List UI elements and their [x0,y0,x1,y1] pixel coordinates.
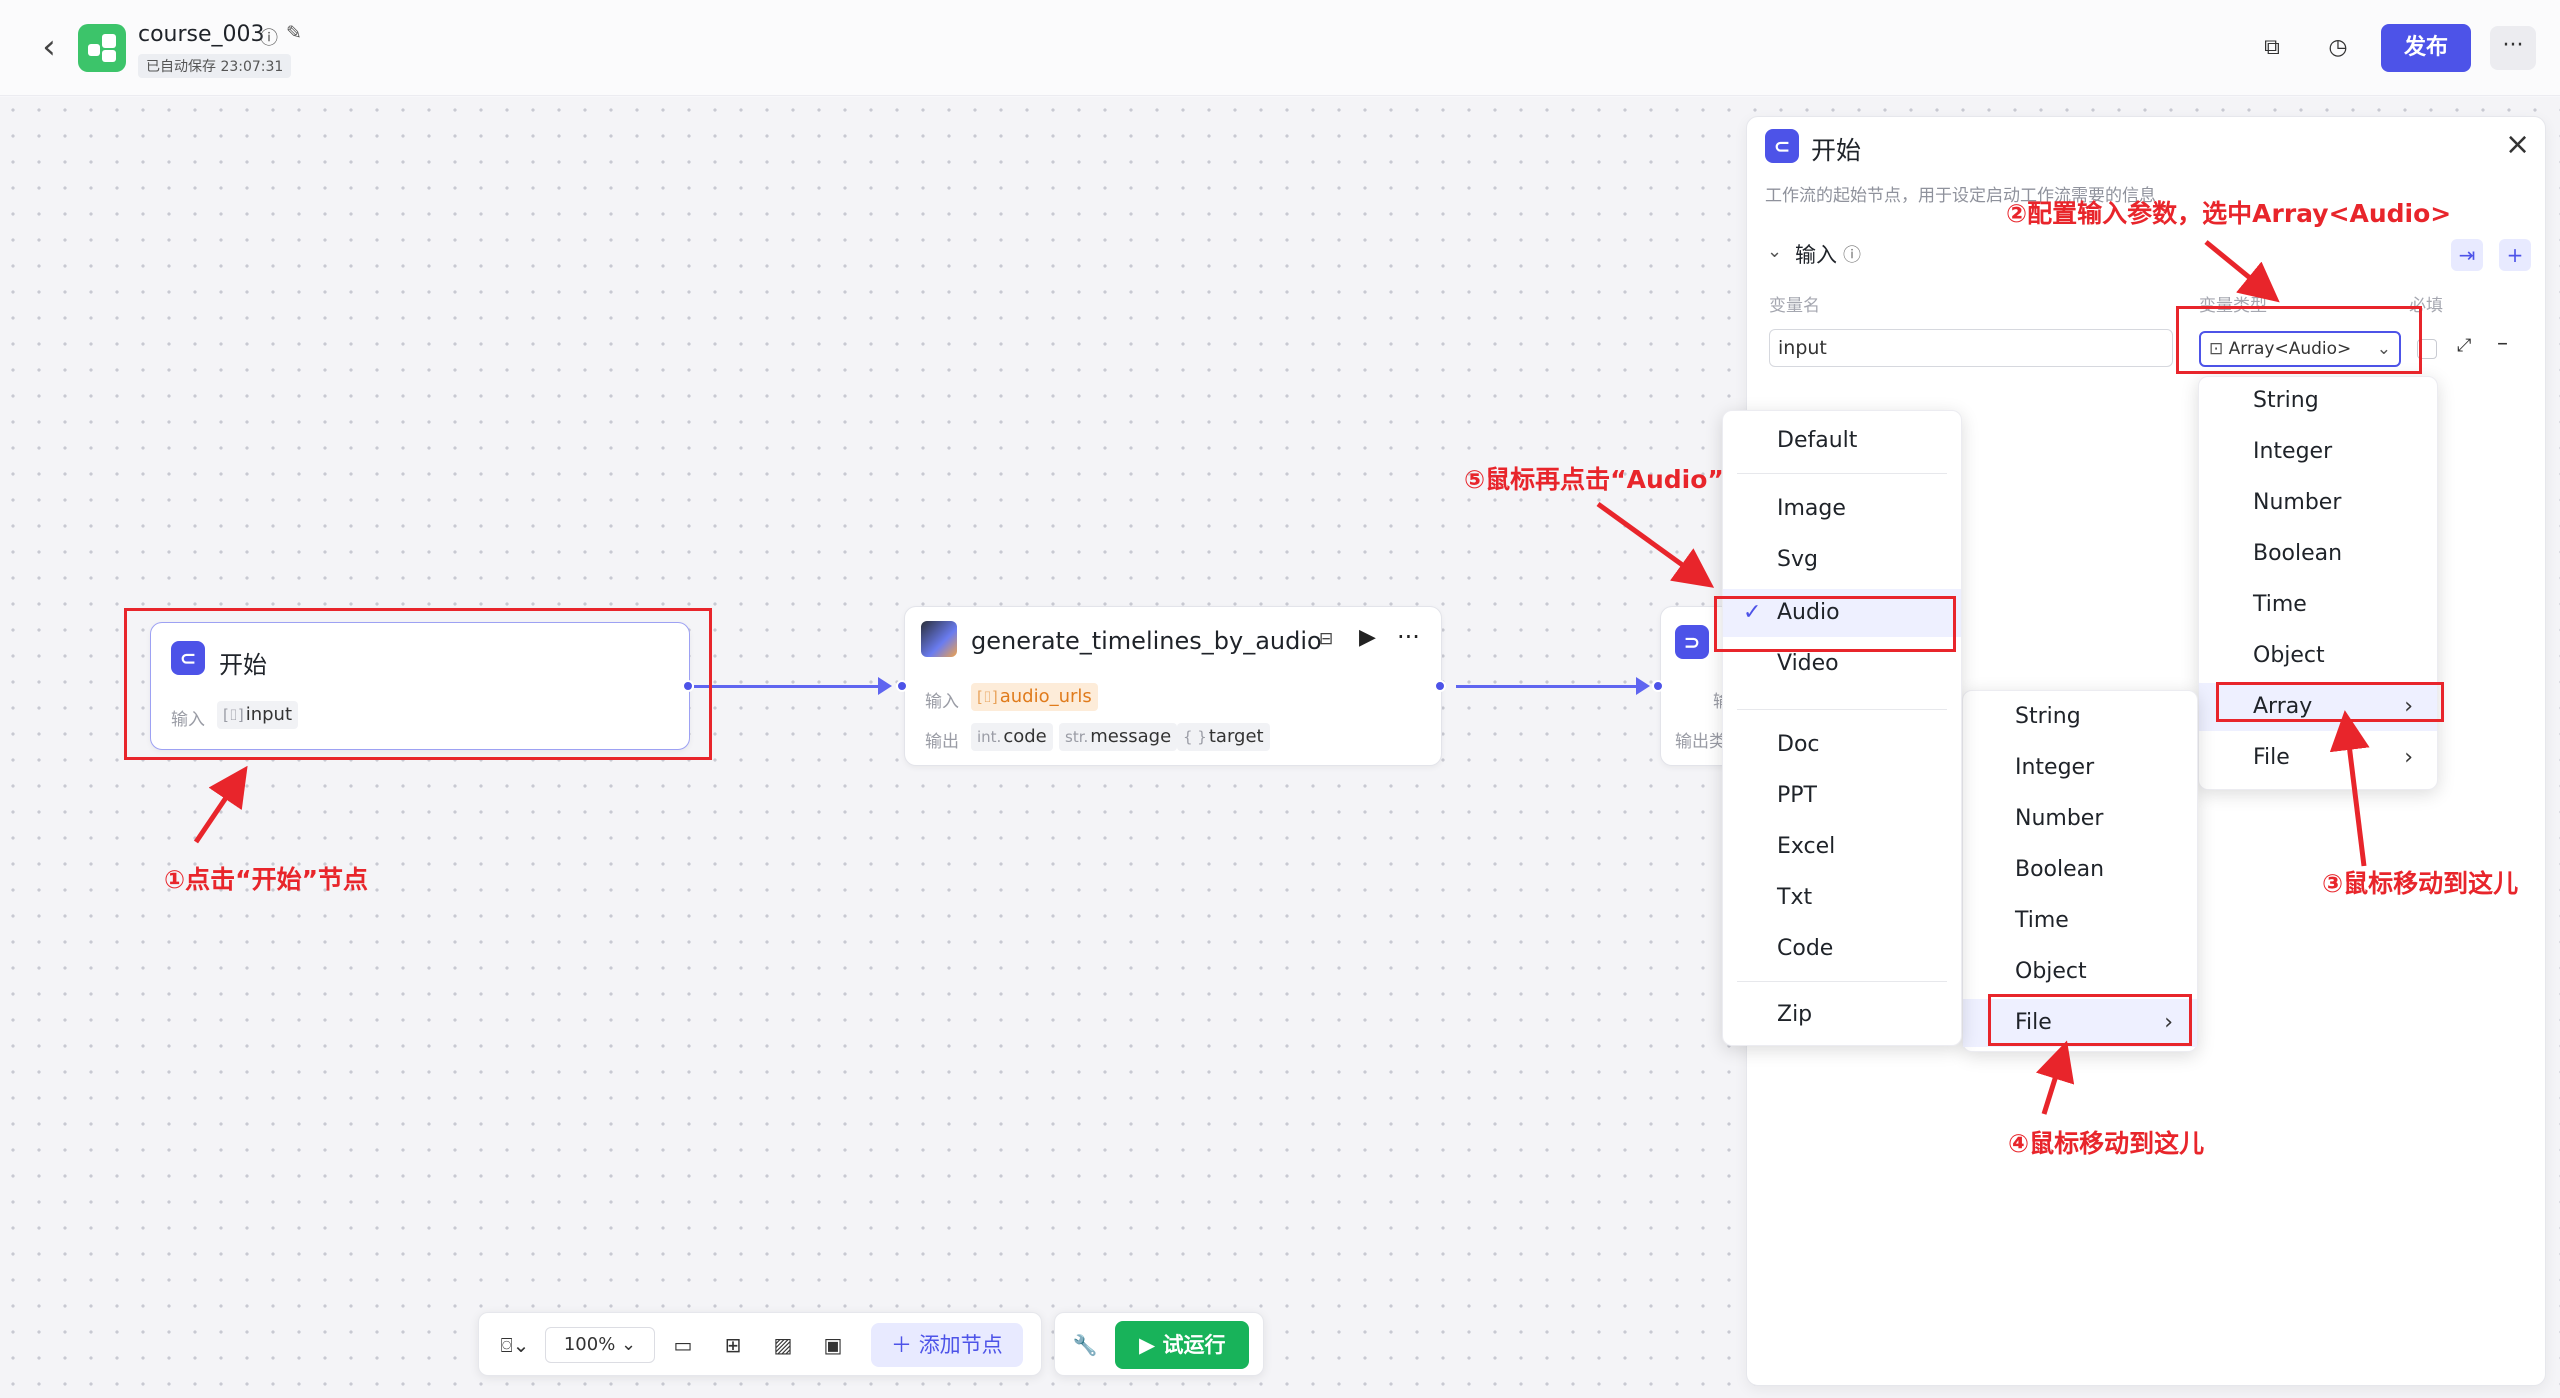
annotation-step-5: ⑤鼠标再点击“Audio” [1464,465,1724,494]
fit-view-icon[interactable]: ▣ [813,1325,853,1365]
test-run-label: 试运行 [1162,1333,1226,1357]
run-toolbar: 🔧 ▶ 试运行 [1054,1312,1264,1376]
test-run-button[interactable]: ▶ 试运行 [1115,1321,1250,1369]
annotation-arrow-2 [2204,240,2280,303]
zoom-value: 100% [563,1334,616,1355]
plus-icon: ＋ [891,1333,919,1357]
annotation-arrow-3 [2329,710,2370,867]
mouse-mode-icon[interactable]: ⌼⌄ [491,1325,539,1365]
annotation-arrow-5 [1596,501,1715,588]
annotation-step-3: ③鼠标移动到这儿 [2322,869,2519,898]
annotation-arrow-4 [2035,1040,2075,1115]
add-node-label: 添加节点 [918,1333,1003,1357]
annotation-step-4: ④鼠标移动到这儿 [2008,1129,2205,1158]
annotation-step-1: ①点击“开始”节点 [164,865,369,894]
add-node-button[interactable]: ＋ 添加节点 [871,1323,1023,1367]
minimap-icon[interactable]: ▨ [763,1325,803,1365]
comment-icon[interactable]: ▭ [663,1325,703,1365]
wrench-icon[interactable]: 🔧 [1065,1325,1105,1365]
zoom-select[interactable]: 100% ⌄ [545,1327,655,1363]
annotation-arrow-1 [193,765,248,844]
annotation-step-2: ②配置输入参数，选中Array<Audio> [2006,199,2452,228]
play-icon: ▶ [1139,1333,1163,1357]
chevron-down-icon: ⌄ [621,1334,637,1355]
canvas-toolbar: ⌼⌄ 100% ⌄ ▭ ⊞ ▨ ▣ ＋ 添加节点 [478,1312,1042,1376]
layout-icon[interactable]: ⊞ [713,1325,753,1365]
